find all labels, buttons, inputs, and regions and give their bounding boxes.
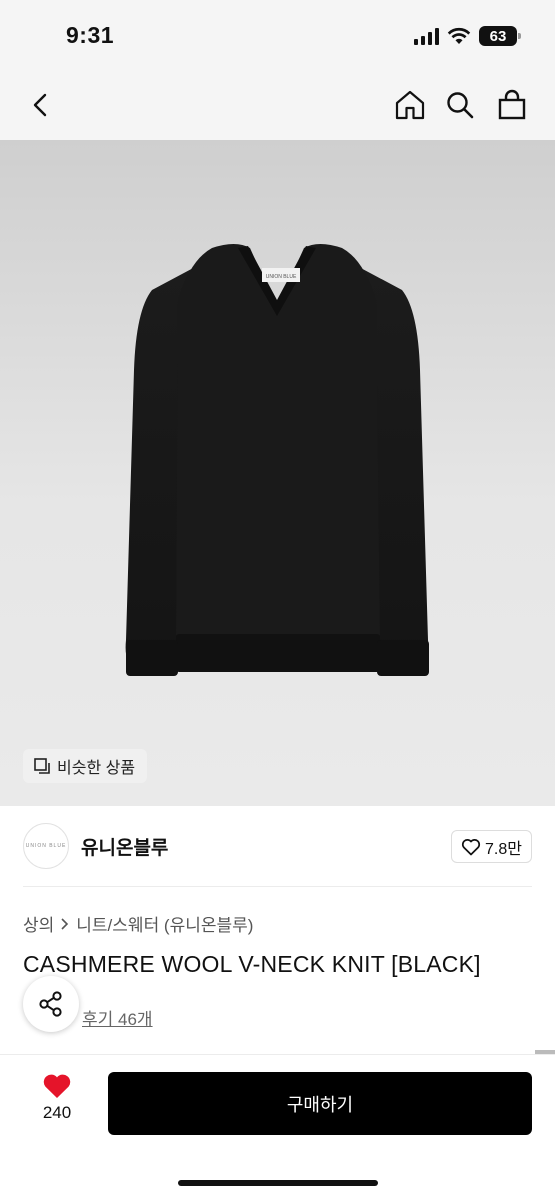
heart-filled-icon — [43, 1074, 71, 1098]
status-bar: 9:31 63 — [0, 0, 555, 70]
nav-bar — [0, 70, 555, 140]
brand-like-count: 7.8만 — [485, 840, 522, 858]
similar-products-button[interactable]: 비슷한 상품 — [23, 749, 148, 783]
similar-products-label: 비슷한 상품 — [57, 760, 136, 777]
buy-button[interactable]: 구매하기 — [108, 1072, 532, 1135]
product-title: CASHMERE WOOL V-NECK KNIT [BLACK] — [23, 951, 481, 977]
home-indicator — [178, 1180, 378, 1186]
scroll-indicator — [535, 1050, 555, 1054]
status-icons: 63 — [414, 26, 521, 46]
brand-row[interactable]: UNION BLUE 유니온블루 7.8만 — [23, 822, 532, 870]
search-icon — [447, 92, 474, 119]
garment-label-text: UNION BLUE — [266, 274, 297, 280]
product-image[interactable]: UNION BLUE — [0, 140, 555, 806]
wifi-icon — [447, 27, 471, 44]
back-button[interactable] — [22, 86, 60, 124]
breadcrumb-category[interactable]: 상의 — [23, 911, 54, 936]
reviews-link[interactable]: 후기 46개 — [82, 1005, 153, 1030]
status-time: 9:31 — [66, 22, 115, 48]
brand-like-button[interactable]: 7.8만 — [451, 830, 532, 863]
brand-logo: UNION BLUE — [23, 823, 69, 869]
home-button[interactable] — [391, 86, 429, 124]
brand-name[interactable]: 유니온블루 — [81, 833, 168, 860]
sweater-image: UNION BLUE — [125, 244, 429, 676]
share-icon — [39, 991, 62, 1017]
divider — [23, 886, 532, 887]
breadcrumb-subcategory[interactable]: 니트/스웨터 (유니온블루) — [76, 911, 253, 936]
cart-button[interactable] — [493, 86, 531, 124]
heart-outline-icon — [461, 838, 481, 855]
share-button[interactable] — [23, 976, 79, 1032]
chevron-left-icon — [33, 93, 47, 117]
battery-indicator: 63 — [479, 26, 521, 46]
shopping-bag-icon — [498, 89, 526, 120]
home-icon — [395, 90, 425, 120]
search-button[interactable] — [441, 86, 479, 124]
copy-icon — [34, 758, 50, 774]
wishlist-button[interactable]: 240 — [26, 1072, 88, 1132]
wishlist-count: 240 — [42, 1103, 72, 1122]
chevron-right-icon — [61, 917, 69, 930]
breadcrumb: 상의 니트/스웨터 (유니온블루) — [23, 911, 253, 936]
cellular-signal-icon — [414, 27, 439, 45]
